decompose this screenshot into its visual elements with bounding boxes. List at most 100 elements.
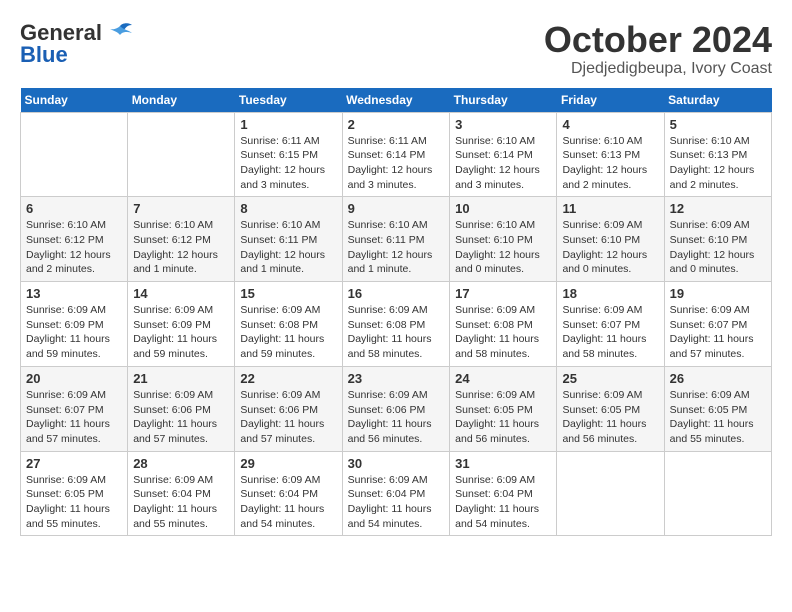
day-info: Sunrise: 6:09 AM Sunset: 6:10 PM Dayligh… <box>670 218 766 277</box>
day-info: Sunrise: 6:09 AM Sunset: 6:06 PM Dayligh… <box>133 388 229 447</box>
calendar-cell: 3 Sunrise: 6:10 AM Sunset: 6:14 PM Daylig… <box>450 112 557 197</box>
day-number: 12 <box>670 201 766 216</box>
day-number: 5 <box>670 117 766 132</box>
day-number: 8 <box>240 201 336 216</box>
day-number: 10 <box>455 201 551 216</box>
day-info: Sunrise: 6:09 AM Sunset: 6:09 PM Dayligh… <box>133 303 229 362</box>
day-number: 6 <box>26 201 122 216</box>
weekday-header: Tuesday <box>235 88 342 113</box>
weekday-header: Saturday <box>664 88 771 113</box>
day-info: Sunrise: 6:09 AM Sunset: 6:08 PM Dayligh… <box>240 303 336 362</box>
day-info: Sunrise: 6:11 AM Sunset: 6:15 PM Dayligh… <box>240 134 336 193</box>
location-title: Djedjedigbeupa, Ivory Coast <box>544 60 772 78</box>
day-number: 24 <box>455 371 551 386</box>
calendar-week-row: 1Sunrise: 6:11 AM Sunset: 6:15 PM Daylig… <box>21 112 772 197</box>
day-number: 16 <box>348 286 445 301</box>
calendar-week-row: 13Sunrise: 6:09 AM Sunset: 6:09 PM Dayli… <box>21 282 772 367</box>
calendar-cell <box>557 451 664 536</box>
calendar-cell: 5 Sunrise: 6:10 AM Sunset: 6:13 PM Daylig… <box>664 112 771 197</box>
day-number: 7 <box>133 201 229 216</box>
day-number: 17 <box>455 286 551 301</box>
weekday-header: Monday <box>128 88 235 113</box>
calendar-cell: 17Sunrise: 6:09 AM Sunset: 6:08 PM Dayli… <box>450 282 557 367</box>
day-info: Sunrise: 6:09 AM Sunset: 6:05 PM Dayligh… <box>455 388 551 447</box>
logo-blue: Blue <box>20 42 68 68</box>
day-info: Sunrise: 6:09 AM Sunset: 6:07 PM Dayligh… <box>670 303 766 362</box>
calendar-week-row: 6 Sunrise: 6:10 AM Sunset: 6:12 PM Daylig… <box>21 197 772 282</box>
calendar-cell: 6 Sunrise: 6:10 AM Sunset: 6:12 PM Daylig… <box>21 197 128 282</box>
calendar-cell: 21 Sunrise: 6:09 AM Sunset: 6:06 PM Dayli… <box>128 366 235 451</box>
calendar-cell: 22 Sunrise: 6:09 AM Sunset: 6:06 PM Dayli… <box>235 366 342 451</box>
weekday-header: Sunday <box>21 88 128 113</box>
day-info: Sunrise: 6:09 AM Sunset: 6:04 PM Dayligh… <box>240 473 336 532</box>
day-info: Sunrise: 6:09 AM Sunset: 6:06 PM Dayligh… <box>348 388 445 447</box>
day-number: 31 <box>455 456 551 471</box>
calendar-cell <box>664 451 771 536</box>
title-section: October 2024 Djedjedigbeupa, Ivory Coast <box>544 20 772 78</box>
day-info: Sunrise: 6:10 AM Sunset: 6:11 PM Dayligh… <box>348 218 445 277</box>
calendar-cell: 31 Sunrise: 6:09 AM Sunset: 6:04 PM Dayli… <box>450 451 557 536</box>
day-number: 4 <box>562 117 658 132</box>
calendar-cell: 9 Sunrise: 6:10 AM Sunset: 6:11 PM Daylig… <box>342 197 450 282</box>
day-info: Sunrise: 6:09 AM Sunset: 6:05 PM Dayligh… <box>562 388 658 447</box>
day-number: 2 <box>348 117 445 132</box>
calendar-cell: 20 Sunrise: 6:09 AM Sunset: 6:07 PM Dayli… <box>21 366 128 451</box>
calendar-cell: 12 Sunrise: 6:09 AM Sunset: 6:10 PM Dayli… <box>664 197 771 282</box>
day-info: Sunrise: 6:10 AM Sunset: 6:12 PM Dayligh… <box>133 218 229 277</box>
day-number: 29 <box>240 456 336 471</box>
page-header: General Blue October 2024 Djedjedigbeupa… <box>20 20 772 78</box>
calendar-cell: 29 Sunrise: 6:09 AM Sunset: 6:04 PM Dayli… <box>235 451 342 536</box>
calendar-cell: 2Sunrise: 6:11 AM Sunset: 6:14 PM Daylig… <box>342 112 450 197</box>
day-number: 3 <box>455 117 551 132</box>
day-info: Sunrise: 6:10 AM Sunset: 6:14 PM Dayligh… <box>455 134 551 193</box>
calendar-cell <box>128 112 235 197</box>
calendar-cell: 10 Sunrise: 6:10 AM Sunset: 6:10 PM Dayli… <box>450 197 557 282</box>
day-number: 30 <box>348 456 445 471</box>
day-info: Sunrise: 6:09 AM Sunset: 6:04 PM Dayligh… <box>455 473 551 532</box>
calendar-table: SundayMondayTuesdayWednesdayThursdayFrid… <box>20 88 772 537</box>
day-info: Sunrise: 6:10 AM Sunset: 6:10 PM Dayligh… <box>455 218 551 277</box>
calendar-cell: 30Sunrise: 6:09 AM Sunset: 6:04 PM Dayli… <box>342 451 450 536</box>
calendar-week-row: 27Sunrise: 6:09 AM Sunset: 6:05 PM Dayli… <box>21 451 772 536</box>
calendar-cell: 13Sunrise: 6:09 AM Sunset: 6:09 PM Dayli… <box>21 282 128 367</box>
calendar-header-row: SundayMondayTuesdayWednesdayThursdayFrid… <box>21 88 772 113</box>
day-info: Sunrise: 6:09 AM Sunset: 6:07 PM Dayligh… <box>26 388 122 447</box>
calendar-cell: 4 Sunrise: 6:10 AM Sunset: 6:13 PM Daylig… <box>557 112 664 197</box>
day-info: Sunrise: 6:10 AM Sunset: 6:13 PM Dayligh… <box>670 134 766 193</box>
logo-bird-icon <box>106 22 134 44</box>
calendar-cell: 26 Sunrise: 6:09 AM Sunset: 6:05 PM Dayli… <box>664 366 771 451</box>
day-number: 27 <box>26 456 122 471</box>
day-info: Sunrise: 6:09 AM Sunset: 6:09 PM Dayligh… <box>26 303 122 362</box>
day-info: Sunrise: 6:09 AM Sunset: 6:04 PM Dayligh… <box>133 473 229 532</box>
logo: General Blue <box>20 20 134 68</box>
day-number: 26 <box>670 371 766 386</box>
day-info: Sunrise: 6:09 AM Sunset: 6:06 PM Dayligh… <box>240 388 336 447</box>
day-info: Sunrise: 6:10 AM Sunset: 6:12 PM Dayligh… <box>26 218 122 277</box>
day-number: 21 <box>133 371 229 386</box>
day-number: 25 <box>562 371 658 386</box>
day-number: 23 <box>348 371 445 386</box>
weekday-header: Wednesday <box>342 88 450 113</box>
calendar-cell: 23 Sunrise: 6:09 AM Sunset: 6:06 PM Dayli… <box>342 366 450 451</box>
day-number: 28 <box>133 456 229 471</box>
calendar-cell: 27Sunrise: 6:09 AM Sunset: 6:05 PM Dayli… <box>21 451 128 536</box>
day-number: 11 <box>562 201 658 216</box>
calendar-week-row: 20 Sunrise: 6:09 AM Sunset: 6:07 PM Dayli… <box>21 366 772 451</box>
calendar-cell: 24 Sunrise: 6:09 AM Sunset: 6:05 PM Dayli… <box>450 366 557 451</box>
day-info: Sunrise: 6:09 AM Sunset: 6:05 PM Dayligh… <box>670 388 766 447</box>
calendar-cell <box>21 112 128 197</box>
day-number: 19 <box>670 286 766 301</box>
calendar-cell: 19 Sunrise: 6:09 AM Sunset: 6:07 PM Dayli… <box>664 282 771 367</box>
day-number: 9 <box>348 201 445 216</box>
month-title: October 2024 <box>544 20 772 60</box>
calendar-cell: 1Sunrise: 6:11 AM Sunset: 6:15 PM Daylig… <box>235 112 342 197</box>
day-info: Sunrise: 6:10 AM Sunset: 6:11 PM Dayligh… <box>240 218 336 277</box>
day-info: Sunrise: 6:09 AM Sunset: 6:08 PM Dayligh… <box>348 303 445 362</box>
day-number: 20 <box>26 371 122 386</box>
weekday-header: Friday <box>557 88 664 113</box>
calendar-cell: 14Sunrise: 6:09 AM Sunset: 6:09 PM Dayli… <box>128 282 235 367</box>
day-number: 18 <box>562 286 658 301</box>
day-number: 15 <box>240 286 336 301</box>
day-number: 22 <box>240 371 336 386</box>
day-info: Sunrise: 6:10 AM Sunset: 6:13 PM Dayligh… <box>562 134 658 193</box>
